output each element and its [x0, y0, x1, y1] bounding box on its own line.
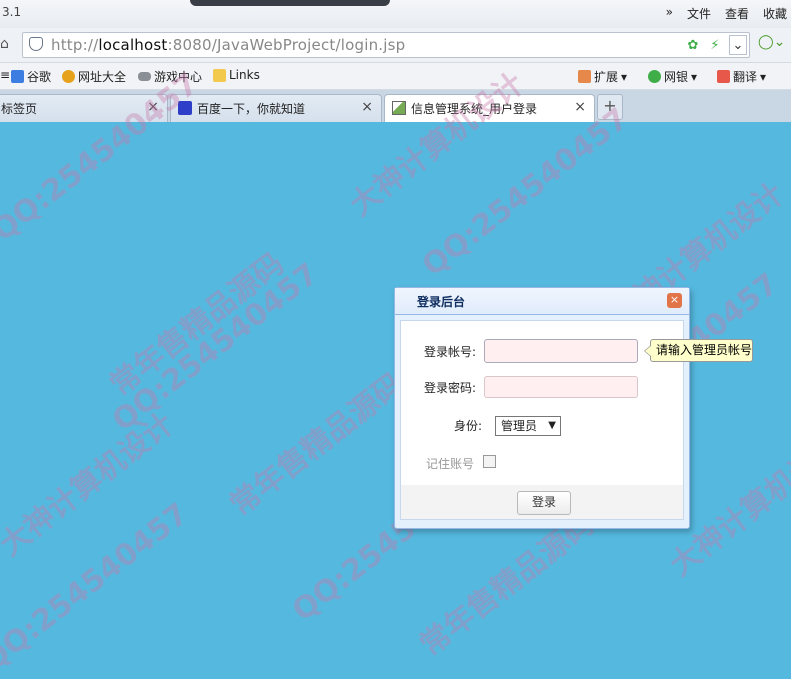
- address-bar[interactable]: http://localhost:8080/JavaWebProject/log…: [22, 32, 750, 58]
- lightning-icon[interactable]: ⚡: [707, 36, 723, 54]
- title-bar-edge: [190, 0, 390, 6]
- dialog-body: 登录帐号: 登录密码: 身份: 管理员 ▼ 记住账号: [400, 320, 684, 487]
- password-input[interactable]: [484, 376, 638, 398]
- image-icon: [392, 101, 406, 115]
- search-engine-icon[interactable]: ◯⌄: [758, 34, 791, 56]
- watermark: 常年售精品源码: [223, 366, 411, 524]
- google-icon: [11, 70, 24, 83]
- role-select[interactable]: 管理员 ▼: [495, 416, 561, 436]
- validation-tooltip: 请输入管理员帐号: [644, 339, 753, 362]
- chevron-down-icon[interactable]: ⌄: [729, 35, 747, 55]
- bookmarks-menu-icon[interactable]: ≡: [0, 68, 10, 82]
- bank-icon: [648, 70, 661, 83]
- watermark: QQ:254540457: [105, 256, 326, 439]
- menu-favorites[interactable]: 收藏: [763, 5, 787, 22]
- remember-label: 记住账号: [426, 457, 475, 471]
- watermark: 大神计算机设计: [0, 406, 181, 564]
- tab-baidu[interactable]: 百度一下，你就知道 ×: [170, 94, 382, 122]
- home-icon[interactable]: ⌂: [0, 36, 9, 52]
- watermark: QQ:254540457: [0, 496, 196, 679]
- tab-new-tab-page[interactable]: 标签页 ×: [0, 94, 168, 122]
- address-row: ⌂ http://localhost:8080/JavaWebProject/l…: [0, 28, 791, 63]
- dialog-footer: 登录: [400, 485, 684, 520]
- close-icon[interactable]: ×: [361, 99, 373, 115]
- tab-label: 信息管理系统_用户登录: [411, 102, 538, 116]
- extension-icon: [578, 70, 591, 83]
- tab-label: 标签页: [1, 102, 38, 116]
- tab-label: 百度一下，你就知道: [197, 102, 306, 116]
- dropdown-arrow-icon: ▼: [548, 420, 556, 431]
- bookmarks-bar: ≡ 谷歌 网址大全 游戏中心 Links 扩展 ▾ 网银 ▾ 翻译 ▾: [0, 63, 791, 90]
- dialog-title: 登录后台: [417, 295, 466, 309]
- extensions-button[interactable]: 扩展 ▾: [578, 68, 627, 85]
- new-tab-button[interactable]: +: [597, 94, 623, 120]
- menu-more[interactable]: »: [666, 5, 673, 22]
- close-icon[interactable]: ×: [574, 99, 586, 115]
- bookmark-links[interactable]: Links: [213, 68, 260, 82]
- password-label: 登录密码:: [424, 381, 477, 395]
- close-icon[interactable]: ×: [667, 293, 682, 308]
- remember-checkbox[interactable]: [483, 455, 496, 468]
- tab-login[interactable]: 信息管理系统_用户登录 ×: [384, 94, 595, 122]
- menu-file[interactable]: 文件: [687, 5, 711, 22]
- watermark: QQ:254540457: [415, 101, 636, 284]
- address-icons: ✿ ⚡ ⌄: [685, 35, 747, 55]
- login-dialog: 登录后台 × 登录帐号: 登录密码: 身份: 管理员 ▼ 记住账号 登录: [394, 287, 690, 529]
- browser-menu: » 文件 查看 收藏: [666, 5, 787, 22]
- baidu-icon: [178, 101, 192, 115]
- account-input[interactable]: [484, 339, 638, 363]
- login-button[interactable]: 登录: [517, 491, 571, 515]
- bookmark-game-center[interactable]: 游戏中心: [138, 68, 202, 85]
- bookmark-url-directory[interactable]: 网址大全: [62, 68, 126, 85]
- address-url[interactable]: http://localhost:8080/JavaWebProject/log…: [51, 36, 405, 54]
- menu-view[interactable]: 查看: [725, 5, 749, 22]
- browser-title-bar: 3.1 » 文件 查看 收藏: [0, 0, 791, 28]
- translate-icon: [717, 70, 730, 83]
- ie-icon: [62, 70, 75, 83]
- refresh-icon[interactable]: ✿: [685, 36, 701, 54]
- account-label: 登录帐号:: [424, 345, 477, 359]
- gamepad-icon: [138, 72, 151, 81]
- role-label: 身份:: [454, 419, 483, 433]
- browser-version-text: 3.1: [2, 5, 22, 19]
- watermark: 常年售精品源码: [103, 246, 291, 404]
- tab-strip: 标签页 × 百度一下，你就知道 × 信息管理系统_用户登录 ×: [0, 90, 791, 122]
- close-icon[interactable]: ×: [147, 99, 159, 115]
- shield-icon: [29, 37, 43, 51]
- folder-icon: [213, 68, 226, 82]
- dialog-title-bar[interactable]: 登录后台 ×: [395, 288, 689, 315]
- online-banking-button[interactable]: 网银 ▾: [648, 68, 697, 85]
- translate-button[interactable]: 翻译 ▾: [717, 68, 766, 85]
- bookmark-google[interactable]: 谷歌: [11, 68, 51, 85]
